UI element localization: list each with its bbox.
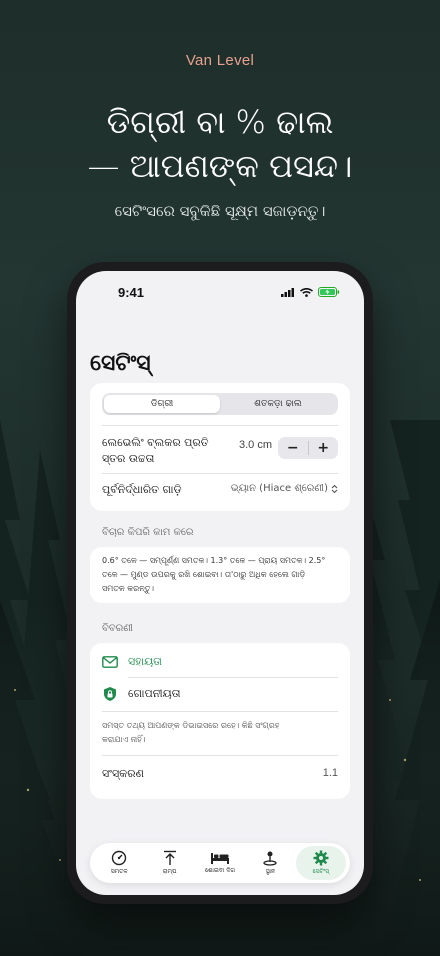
- privacy-note-line-1: ସମସ୍ତ ତଥ୍ୟ ଆପଣଙ୍କ ଡିଭାଇସରେ ରହେ। କିଛି ସଂଗ…: [102, 721, 280, 730]
- tab-settings[interactable]: ସେଟିଂସ୍: [295, 846, 347, 880]
- version-label: ସଂସ୍କରଣ: [102, 767, 144, 780]
- tab-sleep-direction-label: ଶୋଇବା ଦିଗ: [205, 867, 235, 874]
- tab-ramp-label: ରାମ୍ପ: [162, 868, 177, 875]
- tab-ramp[interactable]: ରାମ୍ପ: [144, 846, 194, 880]
- shield-lock-icon: [104, 687, 116, 701]
- settings-card: ଡିଗ୍ରୀ ଶତକଡ଼ା ଢାଲ ଲେଭେଲିଂ ବ୍ଲକର ପ୍ରତି ସ୍…: [90, 383, 350, 511]
- privacy-note: ସମସ୍ତ ତଥ୍ୟ ଆପଣଙ୍କ ଡିଭାଇସରେ ରହେ। କିଛି ସଂଗ…: [102, 719, 338, 747]
- decrement-button[interactable]: −: [278, 437, 308, 459]
- page-title: ସେଟିଂସ୍: [90, 351, 151, 376]
- gauge-icon: [112, 850, 127, 866]
- divider: [128, 677, 338, 678]
- gear-icon: [313, 850, 329, 866]
- vehicle-value: ଭ୍ୟାନ (Hiace ଶ୍ରେଣୀ): [230, 483, 328, 494]
- how-it-works-text: 0.6° ତଳେ — ସମ୍ପୂର୍ଣ୍ଣ ସମତଳ। 1.3° ତଳେ — ପ…: [102, 554, 342, 596]
- tab-location[interactable]: ସ୍ଥାନ: [245, 846, 295, 880]
- block-height-stepper: − +: [278, 437, 338, 459]
- privacy-note-line-2: କରାଯାଏ ନାହିଁ।: [102, 735, 146, 744]
- how-it-works-line-2: ତଳେ — ମୁଣ୍ଡ ଉପରକୁ ରଖି ଶୋଇବା। ତା'ଠାରୁ ଅଧି…: [102, 570, 306, 579]
- how-it-works-label: ବିଚାର କିପରି କାମ କରେ: [102, 527, 194, 538]
- tab-level-label: ସମତଳ: [110, 868, 128, 875]
- mail-icon: [102, 656, 118, 668]
- tab-settings-label: ସେଟିଂସ୍: [312, 868, 330, 875]
- signal-icon: [281, 287, 294, 297]
- support-row[interactable]: ସହାୟତା: [102, 653, 338, 671]
- headline-line-2: — ଆପଣଙ୍କ ପସନ୍ଦ।: [87, 147, 353, 185]
- tab-sleep-direction[interactable]: ଶୋଇବା ଦିଗ: [195, 846, 245, 880]
- version-row: ସଂସ୍କରଣ 1.1: [102, 767, 338, 785]
- status-time: 9:41: [118, 285, 145, 300]
- chevron-updown-icon: [331, 484, 338, 493]
- vehicle-row[interactable]: ପୂର୍ବନିର୍ଦ୍ଧାରିତ ଗାଡ଼ି ଭ୍ୟାନ (Hiace ଶ୍ରେ…: [102, 483, 338, 503]
- headline-line-1: ଡିଗ୍ରୀ ବା % ଢାଲ: [106, 103, 334, 141]
- how-it-works-card: 0.6° ତଳେ — ସମ୍ପୂର୍ଣ୍ଣ ସମତଳ। 1.3° ତଳେ — ପ…: [90, 547, 350, 603]
- bed-icon: [211, 853, 230, 864]
- increment-button[interactable]: +: [309, 437, 339, 459]
- units-segmented-control: ଡିଗ୍ରୀ ଶତକଡ଼ା ଢାଲ: [102, 393, 338, 415]
- divider: [102, 755, 338, 756]
- divider: [102, 473, 338, 474]
- how-it-works-line-3: ସମତଳ କରନ୍ତୁ।: [102, 584, 155, 593]
- battery-icon: [318, 287, 340, 297]
- tab-bar: ସମତଳ ରାମ୍ପ ଶୋଇବା ଦିଗ ସ୍ଥାନ ସେଟିଂସ୍: [90, 843, 350, 883]
- vehicle-select[interactable]: ଭ୍ୟାନ (Hiace ଶ୍ରେଣୀ): [231, 483, 338, 494]
- phone-screen: 9:41 ସେଟିଂସ୍ ଡିଗ୍ରୀ ଶତକଡ଼ା ଢାଲ ଲେଭେଲିଂ ବ…: [76, 271, 364, 895]
- phone-frame: 9:41 ସେଟିଂସ୍ ଡିଗ୍ରୀ ଶତକଡ଼ା ଢାଲ ଲେଭେଲିଂ ବ…: [67, 262, 373, 904]
- privacy-row[interactable]: ଗୋପନୀୟତା: [102, 685, 338, 703]
- units-option-percent[interactable]: ଶତକଡ଼ା ଢାଲ: [220, 395, 336, 413]
- block-height-value: 3.0 cm: [238, 439, 272, 451]
- block-height-label: ଲେଭେଲିଂ ବ୍ଲକର ପ୍ରତି ସ୍ତର ଉଚ୍ଚତା: [102, 436, 209, 465]
- location-pin-icon: [263, 851, 278, 866]
- details-label: ବିବରଣୀ: [102, 623, 133, 634]
- block-height-row: ଲେଭେଲିଂ ବ୍ଲକର ପ୍ରତି ସ୍ତର ଉଚ୍ଚତା 3.0 cm −…: [102, 435, 338, 469]
- headline: ଡିଗ୍ରୀ ବା % ଢାଲ — ଆପଣଙ୍କ ପସନ୍ଦ।: [0, 100, 440, 188]
- privacy-link[interactable]: ଗୋପନୀୟତା: [128, 687, 181, 701]
- wifi-icon: [300, 287, 313, 297]
- tab-location-label: ସ୍ଥାନ: [265, 868, 276, 875]
- details-card: ସହାୟତା ଗୋପନୀୟତା ସମସ୍ତ ତଥ୍ୟ ଆପଣଙ୍କ ଡିଭାଇସ…: [90, 643, 350, 799]
- divider: [102, 425, 338, 426]
- brand-name: Van Level: [185, 52, 255, 69]
- subheadline: ସେଟିଂସରେ ସବୁକିଛି ସୂକ୍ଷ୍ମ ସଜାଡ଼ନ୍ତୁ।: [114, 202, 326, 220]
- units-option-degrees[interactable]: ଡିଗ୍ରୀ: [104, 395, 220, 413]
- divider: [102, 711, 338, 712]
- status-bar: 9:41: [76, 285, 364, 305]
- version-value: 1.1: [322, 767, 338, 779]
- tab-level[interactable]: ସମତଳ: [94, 846, 144, 880]
- status-icons: [281, 287, 340, 297]
- how-it-works-line-1: 0.6° ତଳେ — ସମ୍ପୂର୍ଣ୍ଣ ସମତଳ। 1.3° ତଳେ — ପ…: [102, 556, 326, 565]
- support-link[interactable]: ସହାୟତା: [128, 655, 162, 669]
- ramp-arrow-icon: [163, 850, 176, 865]
